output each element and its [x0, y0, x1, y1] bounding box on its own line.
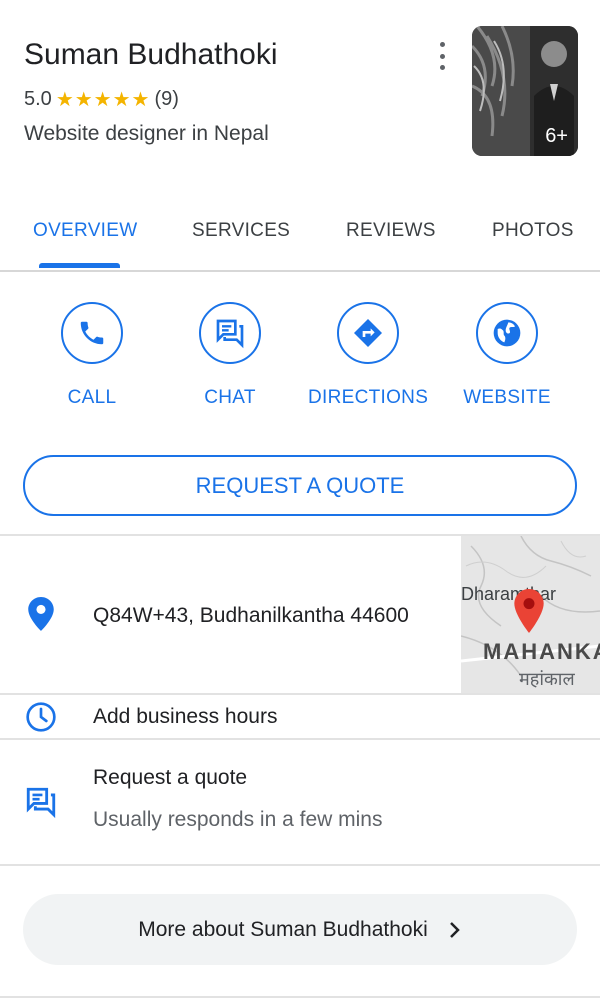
divider: [0, 864, 600, 866]
place-header: Suman Budhathoki 5.0 ★★★★★ (9) Website d…: [0, 0, 600, 190]
divider: [0, 693, 600, 695]
more-about-button[interactable]: More about Suman Budhathoki: [23, 894, 577, 965]
business-category: Website designer in Nepal: [24, 122, 269, 145]
profile-photo[interactable]: 6+: [472, 26, 578, 156]
more-vert-icon[interactable]: [432, 42, 452, 70]
call-label: CALL: [67, 387, 117, 408]
tab-overview[interactable]: OVERVIEW: [33, 220, 137, 242]
website-button[interactable]: WEBSITE: [447, 302, 567, 409]
directions-label: DIRECTIONS: [308, 387, 429, 408]
active-tab-indicator: [39, 263, 120, 268]
map-label-devanagari: महांकाल: [519, 669, 575, 689]
chat-button[interactable]: CHAT: [170, 302, 290, 409]
directions-icon: [354, 319, 382, 347]
more-about-label: More about Suman Budhathoki: [138, 917, 428, 941]
chat-bubble-icon: [24, 785, 58, 819]
globe-icon: [493, 319, 521, 347]
tab-photos[interactable]: PHOTOS: [492, 220, 574, 242]
map-pin-icon: [514, 589, 544, 633]
map-label-mahankal: MAHANKA: [483, 639, 600, 664]
chat-icon: [216, 319, 244, 349]
call-circle[interactable]: [61, 302, 123, 364]
website-circle[interactable]: [476, 302, 538, 364]
location-pin-icon: [24, 597, 58, 631]
directions-button[interactable]: DIRECTIONS: [308, 302, 428, 409]
review-count: (9): [154, 88, 179, 110]
directions-circle[interactable]: [337, 302, 399, 364]
call-button[interactable]: CALL: [32, 302, 152, 409]
business-hours-text[interactable]: Add business hours: [93, 705, 277, 729]
photo-count: 6+: [545, 125, 568, 147]
chat-circle[interactable]: [199, 302, 261, 364]
divider: [0, 738, 600, 740]
phone-icon: [80, 321, 104, 345]
tab-bar: OVERVIEW SERVICES REVIEWS PHOTOS: [0, 190, 600, 272]
rating-value: 5.0: [24, 88, 52, 110]
star-rating-icon: ★★★★★: [55, 89, 151, 111]
tab-services[interactable]: SERVICES: [192, 220, 290, 242]
quote-row-subtitle: Usually responds in a few mins: [93, 808, 383, 831]
map-thumbnail[interactable]: Dharamthar MAHANKA महांकाल: [461, 536, 600, 693]
chevron-right-icon: [449, 921, 460, 938]
tab-reviews[interactable]: REVIEWS: [346, 220, 436, 242]
clock-icon: [24, 700, 58, 734]
request-quote-button[interactable]: REQUEST A QUOTE: [23, 455, 577, 516]
chat-label: CHAT: [204, 387, 256, 408]
page-title: Suman Budhathoki: [24, 38, 278, 71]
quote-row-title[interactable]: Request a quote: [93, 766, 247, 790]
website-label: WEBSITE: [463, 387, 551, 408]
address-text[interactable]: Q84W+43, Budhanilkantha 44600: [93, 604, 409, 628]
rating-summary[interactable]: 5.0 ★★★★★ (9): [24, 87, 179, 112]
divider: [0, 996, 600, 998]
